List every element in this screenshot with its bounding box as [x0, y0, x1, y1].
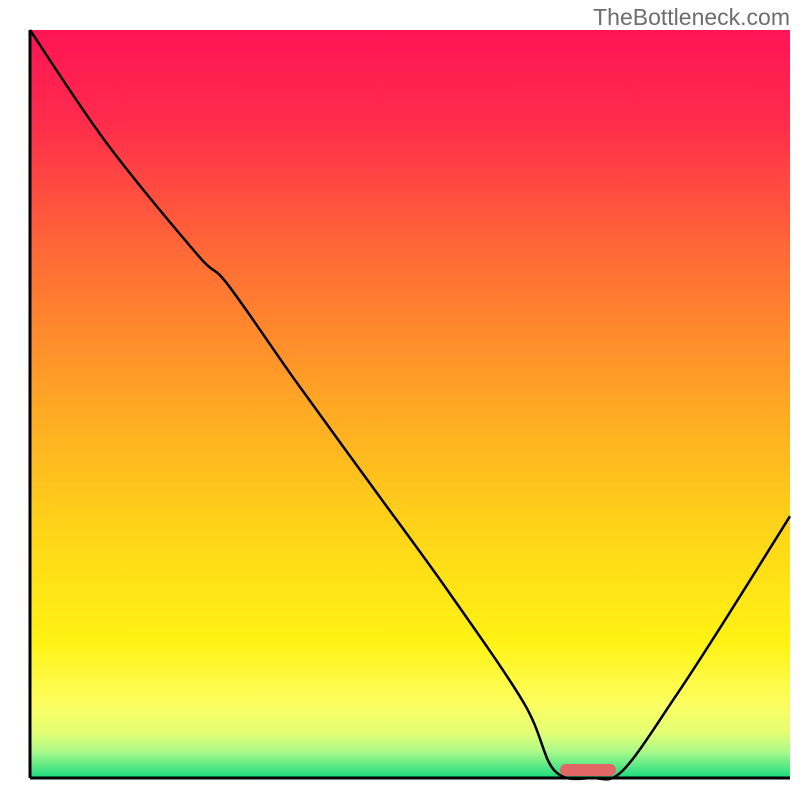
plot-area [30, 30, 790, 778]
watermark-text: TheBottleneck.com [593, 4, 790, 31]
optimal-marker [560, 764, 616, 776]
bottleneck-chart [0, 0, 800, 800]
